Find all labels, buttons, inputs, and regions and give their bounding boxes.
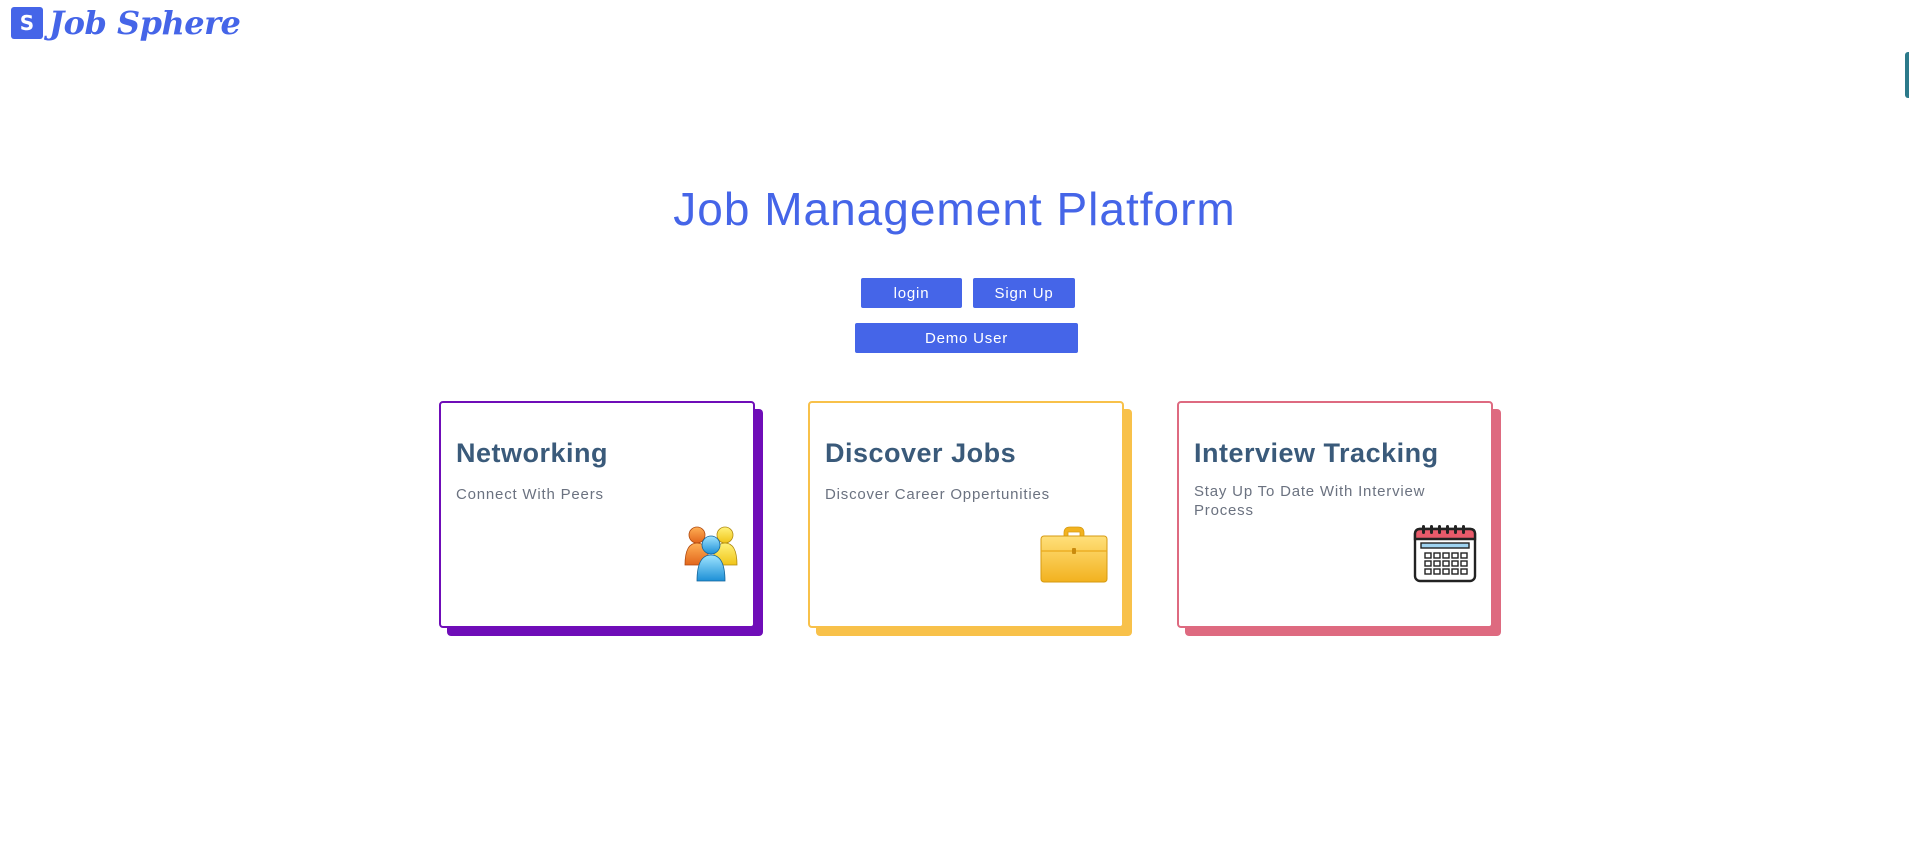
card-description: Connect With Peers <box>456 486 604 503</box>
feature-card-discover-jobs: Discover Jobs Discover Career Oppertunit… <box>808 401 1124 628</box>
logo-badge: S <box>11 7 43 39</box>
page-title: Job Management Platform <box>673 183 1236 235</box>
card-title: Interview Tracking <box>1194 438 1439 468</box>
feature-card-interview-tracking: Interview Tracking Stay Up To Date With … <box>1177 401 1493 628</box>
calendar-icon <box>1413 525 1477 588</box>
demo-user-button[interactable]: Demo User <box>855 323 1078 353</box>
brand-logo[interactable]: S Job Sphere <box>11 4 241 42</box>
landing-page: S Job Sphere Job Management Platform log… <box>0 0 1909 854</box>
people-group-icon <box>683 523 739 588</box>
signup-button[interactable]: Sign Up <box>973 278 1075 308</box>
card-title: Discover Jobs <box>825 438 1017 468</box>
edge-tab[interactable] <box>1905 52 1909 98</box>
briefcase-icon <box>1040 525 1108 588</box>
login-button[interactable]: login <box>861 278 962 308</box>
card-title: Networking <box>456 438 609 468</box>
card-description: Discover Career Oppertunities <box>825 486 1050 503</box>
card-description: Stay Up To Date With Interview Process <box>1194 483 1426 519</box>
feature-card-networking: Networking Connect With Peers <box>439 401 755 628</box>
brand-name: Job Sphere <box>49 4 241 42</box>
